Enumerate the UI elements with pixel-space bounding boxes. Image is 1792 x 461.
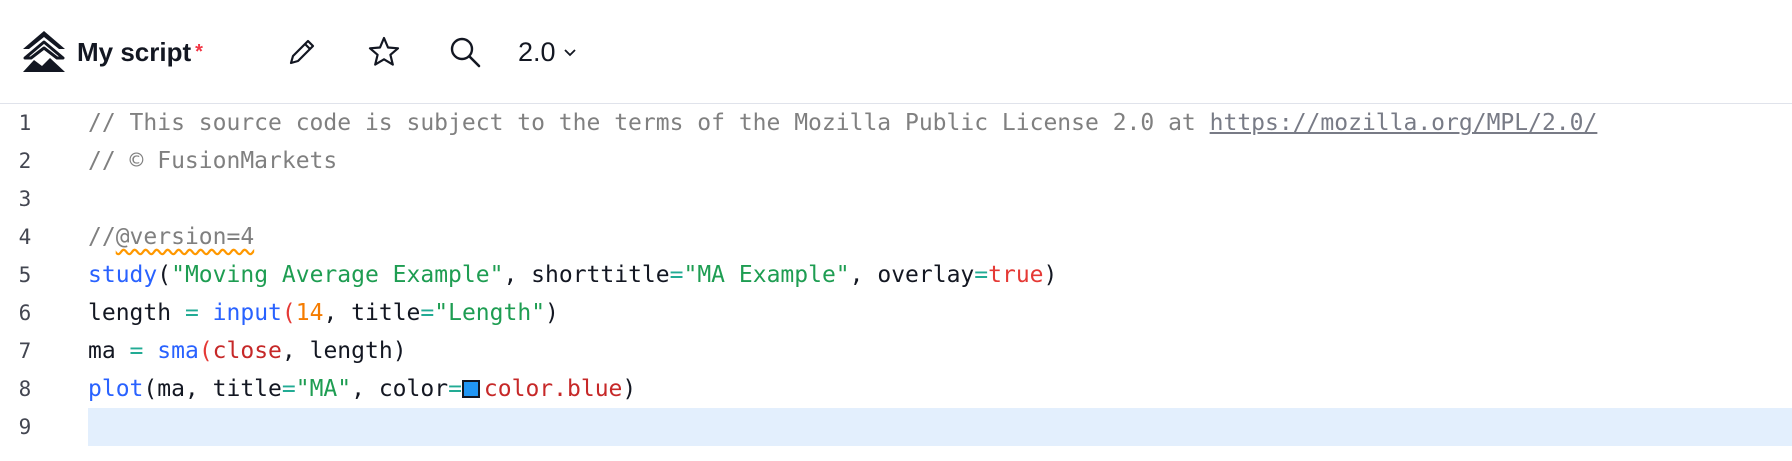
arg-text: , overlay bbox=[849, 262, 975, 288]
string-literal: "MA" bbox=[295, 376, 352, 402]
function-name: sma bbox=[157, 338, 199, 364]
code-line[interactable]: 4 //@version=4 bbox=[0, 218, 1792, 256]
comment-prefix: // bbox=[88, 224, 116, 250]
line-number: 1 bbox=[18, 111, 32, 135]
code-line[interactable]: 6 length = input(14, title="Length") bbox=[0, 294, 1792, 332]
pencil-icon bbox=[289, 39, 315, 65]
arg-text: , color bbox=[351, 376, 449, 402]
line-number: 9 bbox=[18, 415, 32, 439]
operator: = bbox=[974, 262, 989, 288]
paren: ) bbox=[622, 376, 637, 402]
pine-logo-icon bbox=[20, 28, 68, 74]
line-number: 5 bbox=[18, 263, 32, 287]
line-number: 4 bbox=[18, 225, 32, 249]
script-name-text: My script bbox=[77, 37, 192, 67]
code-line[interactable]: 2 // © FusionMarkets bbox=[0, 142, 1792, 180]
unsaved-marker: * bbox=[195, 41, 203, 63]
comment-text: // © FusionMarkets bbox=[88, 148, 338, 174]
color-swatch[interactable] bbox=[461, 380, 480, 398]
comment-text: // This source code is subject to the te… bbox=[88, 110, 1210, 136]
paren: ( bbox=[198, 338, 213, 364]
string-literal: "Length" bbox=[434, 300, 546, 326]
code-text[interactable]: // This source code is subject to the te… bbox=[88, 104, 1792, 142]
rename-button[interactable] bbox=[284, 34, 320, 70]
code-text[interactable]: ma = sma(close, length) bbox=[88, 332, 1792, 370]
code-text[interactable]: plot(ma, title="MA", color= color.blue) bbox=[88, 370, 1792, 408]
variable-name: ma bbox=[88, 338, 130, 364]
paren: ) bbox=[1043, 262, 1058, 288]
function-name: input bbox=[212, 300, 282, 326]
operator: = bbox=[420, 300, 435, 326]
function-name: study bbox=[88, 262, 158, 288]
code-line[interactable]: 3 bbox=[0, 180, 1792, 218]
code-line[interactable]: 8 plot(ma, title="MA", color= color.blue) bbox=[0, 370, 1792, 408]
line-number: 6 bbox=[18, 301, 32, 325]
code-text[interactable]: // © FusionMarkets bbox=[88, 142, 1792, 180]
string-literal: "Moving Average Example" bbox=[171, 262, 504, 288]
editor-toolbar: My script * 2.0 bbox=[0, 0, 1792, 104]
script-title[interactable]: My script * bbox=[77, 37, 203, 67]
operator: = bbox=[184, 300, 199, 326]
number-literal: 14 bbox=[295, 300, 324, 326]
color-constant: color.blue bbox=[483, 376, 623, 402]
line-number: 2 bbox=[18, 149, 32, 173]
line-number: 3 bbox=[18, 187, 32, 211]
code-line[interactable]: 7 ma = sma(close, length) bbox=[0, 332, 1792, 370]
arg-text: , length) bbox=[281, 338, 407, 364]
code-text[interactable]: length = input(14, title="Length") bbox=[88, 294, 1792, 332]
operator: = bbox=[281, 376, 296, 402]
license-link[interactable]: https://mozilla.org/MPL/2.0/ bbox=[1210, 110, 1598, 136]
line-number: 7 bbox=[18, 339, 32, 363]
version-dropdown[interactable]: 2.0 bbox=[518, 36, 578, 68]
operator: = bbox=[448, 376, 462, 402]
line-number: 8 bbox=[18, 377, 32, 401]
keyword: true bbox=[988, 262, 1044, 288]
builtin-variable: close bbox=[212, 338, 282, 364]
variable-name: length bbox=[88, 300, 185, 326]
code-line-current[interactable]: 9 bbox=[0, 408, 1792, 446]
version-annotation: @version=4 bbox=[115, 224, 255, 250]
search-button[interactable] bbox=[447, 34, 483, 70]
favorite-button[interactable] bbox=[366, 34, 402, 70]
operator: = bbox=[129, 338, 144, 364]
search-icon bbox=[450, 37, 481, 68]
code-line[interactable]: 1 // This source code is subject to the … bbox=[0, 104, 1792, 142]
star-icon bbox=[368, 36, 400, 66]
paren: ( bbox=[281, 300, 296, 326]
string-literal: "MA Example" bbox=[683, 262, 850, 288]
arg-text: , shorttitle bbox=[503, 262, 670, 288]
function-name: plot bbox=[88, 376, 144, 402]
code-text[interactable]: study("Moving Average Example", shorttit… bbox=[88, 256, 1792, 294]
chevron-down-icon bbox=[563, 49, 576, 57]
paren: ) bbox=[545, 300, 559, 326]
code-text[interactable]: //@version=4 bbox=[88, 218, 1792, 256]
arg-text: (ma, title bbox=[143, 376, 282, 402]
operator: = bbox=[669, 262, 684, 288]
arg-text: , title bbox=[323, 300, 421, 326]
code-editor[interactable]: 1 // This source code is subject to the … bbox=[0, 104, 1792, 461]
paren: ( bbox=[157, 262, 172, 288]
code-line[interactable]: 5 study("Moving Average Example", shortt… bbox=[0, 256, 1792, 294]
version-label: 2.0 bbox=[518, 37, 556, 67]
